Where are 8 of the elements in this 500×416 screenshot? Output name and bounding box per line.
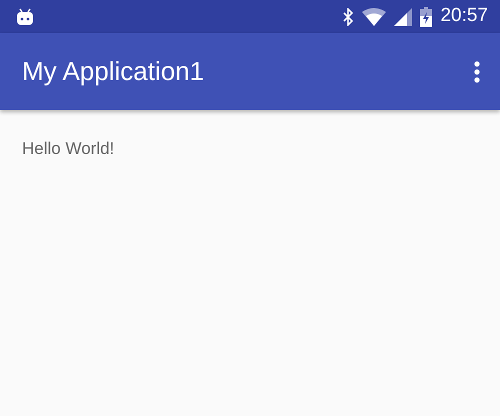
battery-icon: [420, 6, 432, 26]
status-time: 20:57: [440, 4, 488, 28]
app-title: My Application1: [22, 55, 204, 88]
signal-icon: [394, 8, 412, 26]
android-icon: [16, 8, 34, 26]
bluetooth-icon: [342, 8, 354, 26]
hello-text: Hello World!: [21, 138, 116, 160]
wifi-icon: [362, 8, 386, 26]
